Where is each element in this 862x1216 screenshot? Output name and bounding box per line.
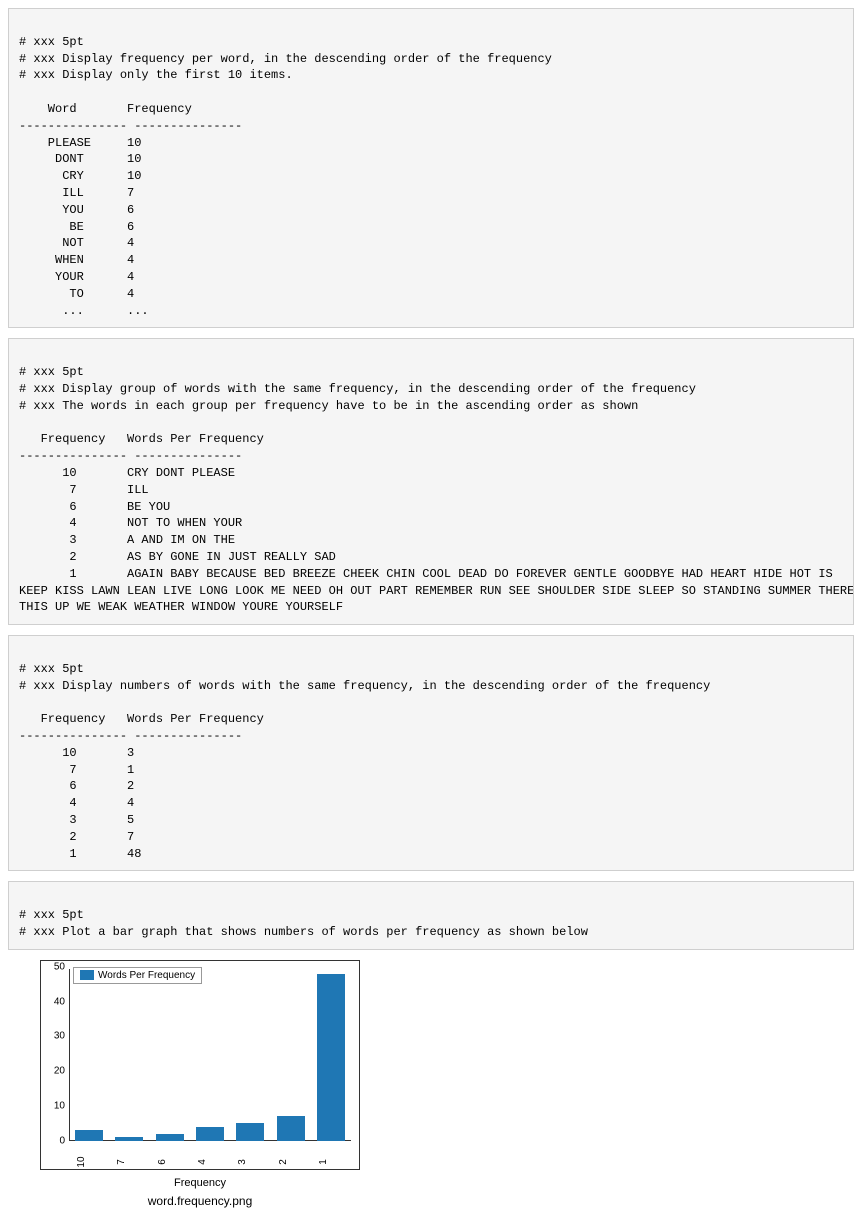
table-row: 1 48	[19, 847, 141, 861]
table-row: 2 7	[19, 830, 134, 844]
table-row: 10 3	[19, 746, 134, 760]
table-row: TO 4	[19, 287, 134, 301]
table-separator: --------------- ---------------	[19, 449, 242, 463]
bar-chart: 01020304050 10764321 Frequency Words Per…	[40, 960, 360, 1170]
table-row: NOT 4	[19, 236, 134, 250]
table-row: 7 1	[19, 763, 134, 777]
comment: # xxx Display frequency per word, in the…	[19, 52, 552, 66]
table-separator: --------------- ---------------	[19, 729, 242, 743]
table-separator: --------------- ---------------	[19, 119, 242, 133]
bar	[75, 1130, 103, 1140]
comment: # xxx Display group of words with the sa…	[19, 382, 696, 396]
x-tick-label: 6	[157, 1148, 183, 1176]
chart-legend: Words Per Frequency	[73, 967, 202, 984]
x-axis: 10764321	[69, 1143, 351, 1169]
table-row: WHEN 4	[19, 253, 134, 267]
bars-group	[69, 969, 351, 1141]
comment: # xxx The words in each group per freque…	[19, 399, 638, 413]
plot-area	[69, 969, 351, 1141]
comment: # xxx 5pt	[19, 908, 84, 922]
comment: # xxx Display only the first 10 items.	[19, 68, 293, 82]
code-cell-3: # xxx 5pt # xxx Display numbers of words…	[8, 635, 854, 871]
x-tick-label: 3	[237, 1148, 263, 1176]
chart-caption: word.frequency.png	[40, 1194, 360, 1208]
table-row: CRY 10	[19, 169, 141, 183]
table-row: 4 4	[19, 796, 134, 810]
bar	[115, 1137, 143, 1140]
table-row: 3 A AND IM ON THE	[19, 533, 235, 547]
y-axis: 01020304050	[41, 969, 67, 1141]
table-row: ILL 7	[19, 186, 134, 200]
table-row: PLEASE 10	[19, 136, 141, 150]
bar	[196, 1127, 224, 1141]
comment: # xxx Plot a bar graph that shows number…	[19, 925, 588, 939]
table-row: 2 AS BY GONE IN JUST REALLY SAD	[19, 550, 336, 564]
comment: # xxx 5pt	[19, 365, 84, 379]
table-row: 6 2	[19, 779, 134, 793]
table-header: Word Frequency	[19, 102, 192, 116]
y-tick-label: 0	[59, 1135, 65, 1146]
table-row: 10 CRY DONT PLEASE	[19, 466, 235, 480]
table-row: 7 ILL	[19, 483, 149, 497]
comment: # xxx 5pt	[19, 662, 84, 676]
table-row: 6 BE YOU	[19, 500, 170, 514]
x-tick-label: 4	[197, 1148, 223, 1176]
y-tick-label: 50	[54, 961, 65, 972]
x-axis-label: Frequency	[41, 1177, 359, 1189]
bar	[317, 974, 345, 1141]
table-row: DONT 10	[19, 152, 141, 166]
table-row: BE 6	[19, 220, 134, 234]
legend-label: Words Per Frequency	[98, 970, 195, 981]
code-cell-4: # xxx 5pt # xxx Plot a bar graph that sh…	[8, 881, 854, 949]
legend-swatch	[80, 970, 94, 980]
table-row: ... ...	[19, 304, 149, 318]
table-row: YOUR 4	[19, 270, 134, 284]
bar	[236, 1123, 264, 1140]
bar	[277, 1116, 305, 1140]
comment: # xxx 5pt	[19, 35, 84, 49]
bar	[156, 1134, 184, 1141]
x-tick-label: 2	[278, 1148, 304, 1176]
code-cell-1: # xxx 5pt # xxx Display frequency per wo…	[8, 8, 854, 328]
comment: # xxx Display numbers of words with the …	[19, 679, 710, 693]
table-row: 3 5	[19, 813, 134, 827]
x-tick-label: 1	[318, 1148, 344, 1176]
y-tick-label: 40	[54, 996, 65, 1007]
table-header: Frequency Words Per Frequency	[19, 432, 264, 446]
table-row: 4 NOT TO WHEN YOUR	[19, 516, 242, 530]
x-tick-label: 10	[76, 1148, 102, 1176]
y-tick-label: 30	[54, 1031, 65, 1042]
table-row: 1 AGAIN BABY BECAUSE BED BREEZE CHEEK CH…	[19, 567, 854, 615]
y-tick-label: 10	[54, 1101, 65, 1112]
chart-output: 01020304050 10764321 Frequency Words Per…	[20, 960, 854, 1208]
table-header: Frequency Words Per Frequency	[19, 712, 264, 726]
table-row: YOU 6	[19, 203, 134, 217]
x-tick-label: 7	[116, 1148, 142, 1176]
code-cell-2: # xxx 5pt # xxx Display group of words w…	[8, 338, 854, 625]
y-tick-label: 20	[54, 1066, 65, 1077]
